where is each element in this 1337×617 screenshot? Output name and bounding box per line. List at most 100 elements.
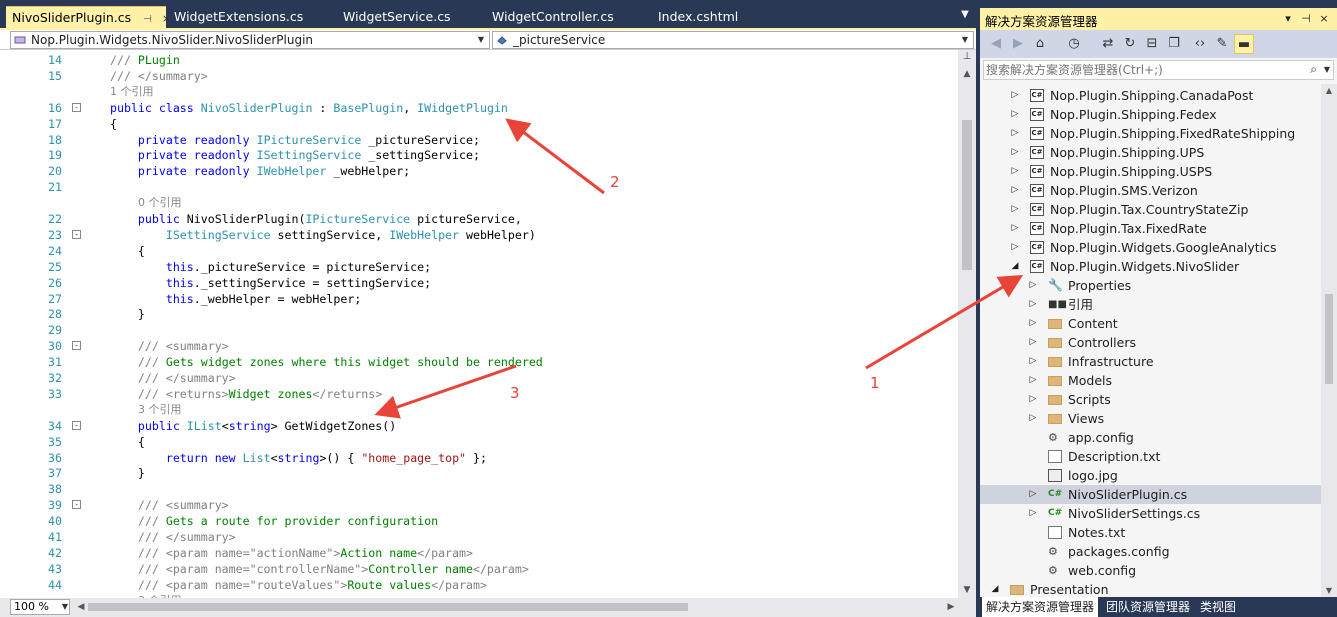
- refresh-icon[interactable]: ↻: [1120, 34, 1140, 54]
- tree-item[interactable]: ⚙ packages.config: [980, 542, 1321, 561]
- tree-item[interactable]: ⚙ web.config: [980, 561, 1321, 580]
- tree-item[interactable]: ▷ C# Nop.Plugin.Tax.FixedRate: [980, 219, 1321, 238]
- solution-search-input[interactable]: [986, 62, 1306, 78]
- expand-arrow-icon[interactable]: ▷: [1010, 162, 1020, 181]
- tree-item[interactable]: Description.txt: [980, 447, 1321, 466]
- expand-arrow-icon[interactable]: ▷: [1010, 124, 1020, 143]
- tree-item[interactable]: ▷ C# NivoSliderSettings.cs: [980, 504, 1321, 523]
- scroll-right-icon[interactable]: ▶: [944, 599, 958, 615]
- expand-arrow-icon[interactable]: ▷: [1028, 409, 1038, 428]
- expand-arrow-icon[interactable]: ▷: [1010, 86, 1020, 105]
- back-icon[interactable]: ◀: [986, 34, 1006, 54]
- expand-arrow-icon[interactable]: ▷: [1028, 314, 1038, 333]
- zoom-dropdown[interactable]: 100 % ▼: [10, 599, 70, 615]
- code-view-icon[interactable]: ‹›: [1190, 34, 1210, 54]
- collapse-region-icon[interactable]: -: [72, 500, 81, 510]
- tree-item[interactable]: ◢ C# Nop.Plugin.Widgets.NivoSlider: [980, 257, 1321, 276]
- tree-item[interactable]: ▷ C# NivoSliderPlugin.cs: [980, 485, 1321, 504]
- tab-solution-explorer[interactable]: 解决方案资源管理器: [982, 597, 1099, 617]
- scroll-left-icon[interactable]: ◀: [74, 599, 88, 615]
- expand-arrow-icon[interactable]: ▷: [1028, 276, 1038, 295]
- search-icon[interactable]: ⌕: [1310, 62, 1317, 77]
- tree-item[interactable]: ▷ ■■ 引用: [980, 295, 1321, 314]
- codelens-link[interactable]: 1 个引用: [110, 84, 154, 100]
- member-dropdown[interactable]: _pictureService ▼: [492, 31, 974, 49]
- home-icon[interactable]: ⌂: [1030, 34, 1050, 54]
- tree-item[interactable]: ▷ Scripts: [980, 390, 1321, 409]
- properties-icon[interactable]: ✎: [1212, 34, 1232, 54]
- auto-hide-pin-icon[interactable]: ⊣: [1298, 10, 1314, 28]
- solution-explorer-title-bar[interactable]: 解决方案资源管理器 ▾ ⊣ ×: [980, 8, 1337, 30]
- tree-item[interactable]: ▷ C# Nop.Plugin.Shipping.Fedex: [980, 105, 1321, 124]
- tab-widget-controller-cs[interactable]: WidgetController.cs: [486, 6, 646, 28]
- tree-item[interactable]: ▷ C# Nop.Plugin.SMS.Verizon: [980, 181, 1321, 200]
- expand-arrow-icon[interactable]: ▷: [1028, 390, 1038, 409]
- preview-icon[interactable]: ▬: [1234, 34, 1254, 54]
- chevron-down-icon[interactable]: ▼: [1324, 62, 1330, 78]
- solution-search-box[interactable]: ⌕ ▼: [983, 60, 1334, 80]
- close-icon[interactable]: ×: [1316, 10, 1332, 28]
- scroll-down-icon[interactable]: ▼: [958, 582, 976, 598]
- tab-nivoslider-plugin-cs[interactable]: NivoSliderPlugin.cs ⊣ ×: [6, 6, 171, 28]
- expand-arrow-icon[interactable]: ▷: [1010, 143, 1020, 162]
- tree-item[interactable]: ▷ C# Nop.Plugin.Shipping.CanadaPost: [980, 86, 1321, 105]
- sync-icon[interactable]: ⇄: [1098, 34, 1118, 54]
- window-menu-icon[interactable]: ▾: [1280, 10, 1296, 28]
- forward-icon[interactable]: ▶: [1008, 34, 1028, 54]
- tab-team-explorer[interactable]: 团队资源管理器: [1102, 597, 1194, 617]
- editor-vertical-scrollbar[interactable]: ▲ ▼: [958, 50, 976, 598]
- expand-arrow-icon[interactable]: ▷: [1028, 504, 1038, 523]
- scroll-thumb[interactable]: [1325, 294, 1333, 384]
- tab-index-cshtml[interactable]: Index.cshtml: [652, 6, 772, 28]
- collapse-arrow-icon[interactable]: ◢: [990, 580, 1000, 598]
- tree-item[interactable]: ▷ C# Nop.Plugin.Shipping.FixedRateShipping: [980, 124, 1321, 143]
- expand-arrow-icon[interactable]: ▷: [1010, 200, 1020, 219]
- collapse-region-icon[interactable]: -: [72, 341, 81, 351]
- tab-class-view[interactable]: 类视图: [1196, 597, 1240, 617]
- tree-item[interactable]: ▷ Infrastructure: [980, 352, 1321, 371]
- collapse-region-icon[interactable]: -: [72, 420, 81, 430]
- code-text-area[interactable]: 14/// PLugin 15/// </summary> 1 个引用 16- publ…: [0, 50, 976, 598]
- tab-widget-service-cs[interactable]: WidgetService.cs: [337, 6, 477, 28]
- collapse-region-icon[interactable]: -: [72, 102, 81, 112]
- tree-item[interactable]: ◢ Presentation: [980, 580, 1321, 598]
- collapse-all-icon[interactable]: ⊟: [1142, 34, 1162, 54]
- expand-arrow-icon[interactable]: ▷: [1028, 295, 1038, 314]
- expand-arrow-icon[interactable]: ▷: [1010, 105, 1020, 124]
- split-view-icon[interactable]: ⊥: [958, 50, 976, 64]
- tab-widget-extensions-cs[interactable]: WidgetExtensions.cs: [168, 6, 328, 28]
- tree-item[interactable]: ▷ 🔧 Properties: [980, 276, 1321, 295]
- scroll-thumb[interactable]: [88, 603, 688, 611]
- editor-horizontal-scrollbar[interactable]: ◀ ▶: [74, 599, 958, 615]
- scroll-down-icon[interactable]: ▼: [1321, 584, 1337, 598]
- tree-item[interactable]: ▷ Models: [980, 371, 1321, 390]
- history-icon[interactable]: ◷: [1064, 34, 1084, 54]
- tree-item[interactable]: ▷ C# Nop.Plugin.Widgets.GoogleAnalytics: [980, 238, 1321, 257]
- tree-item[interactable]: Notes.txt: [980, 523, 1321, 542]
- expand-arrow-icon[interactable]: ▷: [1010, 238, 1020, 257]
- scroll-thumb[interactable]: [962, 120, 972, 270]
- tree-item[interactable]: ▷ C# Nop.Plugin.Shipping.UPS: [980, 143, 1321, 162]
- tree-item[interactable]: ▷ Content: [980, 314, 1321, 333]
- codelens-link[interactable]: 0 个引用: [138, 195, 182, 211]
- expand-arrow-icon[interactable]: ▷: [1028, 371, 1038, 390]
- expand-arrow-icon[interactable]: ▷: [1028, 485, 1038, 504]
- scroll-up-icon[interactable]: ▲: [1321, 84, 1337, 98]
- show-all-files-icon[interactable]: ❐: [1164, 34, 1184, 54]
- scroll-up-icon[interactable]: ▲: [958, 66, 976, 82]
- tree-item[interactable]: ▷ C# Nop.Plugin.Shipping.USPS: [980, 162, 1321, 181]
- type-dropdown[interactable]: Nop.Plugin.Widgets.NivoSlider.NivoSlider…: [10, 31, 490, 49]
- expand-arrow-icon[interactable]: ▷: [1028, 352, 1038, 371]
- tree-item[interactable]: ⚙ app.config: [980, 428, 1321, 447]
- tab-overflow-icon[interactable]: ▼: [958, 8, 972, 22]
- collapse-region-icon[interactable]: -: [72, 229, 81, 239]
- codelens-link[interactable]: 3 个引用: [138, 402, 182, 418]
- tree-item[interactable]: ▷ Controllers: [980, 333, 1321, 352]
- tree-item[interactable]: ▷ C# Nop.Plugin.Tax.CountryStateZip: [980, 200, 1321, 219]
- tree-item[interactable]: ▷ Views: [980, 409, 1321, 428]
- solution-tree-scrollbar[interactable]: ▲ ▼: [1321, 84, 1337, 598]
- collapse-arrow-icon[interactable]: ◢: [1010, 257, 1020, 276]
- tree-item[interactable]: logo.jpg: [980, 466, 1321, 485]
- expand-arrow-icon[interactable]: ▷: [1010, 219, 1020, 238]
- expand-arrow-icon[interactable]: ▷: [1010, 181, 1020, 200]
